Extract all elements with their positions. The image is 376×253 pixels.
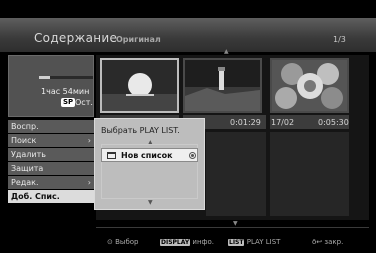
scroll-down-icon[interactable]: ▼: [148, 199, 153, 206]
flower-icon: [272, 60, 347, 111]
playlist-select-popup: Выбрать PLAY LIST. ▲ Нов список ▼: [94, 118, 205, 210]
page-title: Содержание: [34, 31, 118, 45]
return-icon: ō↩: [312, 238, 323, 246]
sunset-icon: [102, 60, 177, 111]
options-menu: Воспр. Поиск › Удалить Защита Редак. › Доб…: [8, 120, 94, 204]
hint-label: Выбор: [115, 238, 139, 246]
remaining-time: 1час 54мин: [41, 87, 90, 96]
empty-title-slot: [270, 132, 349, 216]
menu-label: Защита: [11, 164, 44, 173]
menu-label: Воспр.: [11, 122, 39, 131]
hint-select: ⊙ Выбор: [107, 238, 138, 246]
title-duration: 0:01:29: [230, 118, 261, 127]
ok-button-icon: ⊙: [107, 238, 113, 246]
menu-label: Поиск: [11, 136, 37, 145]
list-button-icon: LIST: [228, 239, 245, 246]
menu-label: Редак.: [11, 178, 39, 187]
title-thumbnail-1[interactable]: [100, 58, 179, 113]
hint-list: LIST PLAY LIST: [228, 238, 280, 247]
page-number: 1/3: [333, 35, 346, 44]
menu-label: Доб. Спис.: [11, 192, 60, 201]
remaining-label: Ост.: [75, 98, 93, 107]
title-duration: 0:05:30: [318, 118, 349, 127]
record-mode-badge: SP: [61, 98, 76, 107]
list-icon: [107, 152, 116, 159]
hint-display: DISPLAY инфо.: [160, 238, 214, 247]
menu-play[interactable]: Воспр.: [8, 120, 94, 133]
popup-title: Выбрать PLAY LIST.: [101, 126, 180, 135]
hint-label: закр.: [324, 238, 344, 246]
menu-label: Удалить: [11, 150, 46, 159]
select-icon: [189, 152, 196, 159]
menu-protect[interactable]: Защита: [8, 162, 94, 175]
disc-info-panel: 1час 54мин SP Ост.: [8, 55, 94, 117]
chevron-right-icon: ›: [87, 178, 91, 187]
disc-usage-bar: [39, 76, 93, 79]
display-button-icon: DISPLAY: [160, 239, 191, 246]
disc-usage-fill: [39, 76, 50, 79]
header-bar: Содержание Оригинал 1/3: [0, 18, 376, 52]
chevron-right-icon: ›: [87, 136, 91, 145]
option-label: Нов список: [121, 151, 173, 160]
footer-hints: ⊙ Выбор DISPLAY инфо. LIST PLAY LIST ō↩ …: [0, 228, 376, 253]
title-thumbnail-2[interactable]: [183, 58, 262, 113]
hint-label: PLAY LIST: [246, 238, 281, 246]
lighthouse-icon: [185, 60, 260, 111]
title-date: 17/02: [271, 118, 295, 127]
page-subtitle: Оригинал: [116, 35, 161, 44]
empty-title-slot: [206, 132, 266, 216]
menu-search[interactable]: Поиск ›: [8, 134, 94, 147]
scroll-down-icon[interactable]: ▼: [233, 220, 238, 227]
hint-label: инфо.: [192, 238, 215, 246]
menu-delete[interactable]: Удалить: [8, 148, 94, 161]
menu-add-to-list[interactable]: Доб. Спис.: [8, 190, 94, 203]
hint-close: ō↩ закр.: [312, 238, 343, 246]
title-thumbnail-3[interactable]: [270, 58, 349, 113]
new-playlist-option[interactable]: Нов список: [101, 148, 198, 162]
menu-edit[interactable]: Редак. ›: [8, 176, 94, 189]
